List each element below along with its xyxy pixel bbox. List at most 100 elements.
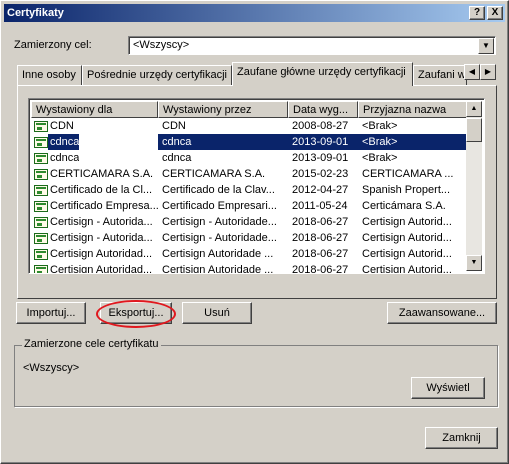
- cell-issued-to: Certificado Empresa...: [31, 198, 158, 214]
- cell-issued-to: Certisign - Autorida...: [31, 214, 158, 230]
- column-label: Wystawiony dla: [36, 104, 113, 116]
- cell-issued-by: Certisign Autoridade ...: [162, 264, 274, 274]
- cell-expires: 2018-06-27: [292, 248, 349, 260]
- close-window-button[interactable]: X: [487, 6, 503, 20]
- certificate-list[interactable]: Wystawiony dla Wystawiony przez Data wyg…: [28, 98, 485, 274]
- table-row[interactable]: Certisign Autoridad... Certisign Autorida…: [31, 246, 467, 262]
- cell-issued-by: cdnca: [158, 134, 288, 150]
- cell-issued-by: Certificado de la Clav...: [162, 184, 275, 196]
- cell-issued-by: CERTICAMARA S.A.: [162, 168, 266, 180]
- tab-label: Pośrednie urzędy certyfikacji: [87, 69, 228, 81]
- cell-friendly: Certisign Autorid...: [362, 216, 452, 228]
- tab-intermediate-cas[interactable]: Pośrednie urzędy certyfikacji: [82, 65, 232, 85]
- table-row[interactable]: CDN CDN 2008-08-27 <Brak>: [31, 118, 467, 134]
- purposes-group-value: <Wszyscy>: [23, 362, 79, 374]
- cell-issued-by: cdnca: [162, 152, 192, 164]
- cell-friendly: Certisign Autorid...: [362, 264, 452, 274]
- title-bar: Certyfikaty ? X: [4, 4, 505, 22]
- cell-expires: 2013-09-01: [292, 152, 349, 164]
- cell-friendly: <Brak>: [362, 152, 398, 164]
- cell-issued-to: CDN: [31, 118, 158, 134]
- tab-label: Zaufane główne urzędy certyfikacji: [237, 66, 406, 78]
- certificate-icon: [34, 264, 48, 273]
- table-row[interactable]: cdnca cdnca 2013-09-01 <Brak>: [31, 134, 467, 150]
- tab-label: Inne osoby: [22, 69, 76, 81]
- cell-text: cdnca: [48, 134, 80, 150]
- column-issued-to[interactable]: Wystawiony dla: [31, 101, 158, 118]
- import-button-label: Importuj...: [26, 307, 76, 319]
- chevron-down-icon[interactable]: ▼: [478, 38, 494, 54]
- cell-friendly: Spanish Propert...: [362, 184, 451, 196]
- view-button[interactable]: Wyświetl: [411, 377, 485, 399]
- cell-issued-to: Certisign Autoridad...: [31, 246, 158, 262]
- cell-friendly: Certicámara S.A.: [362, 200, 446, 212]
- certificate-icon: [34, 248, 48, 260]
- tab-scroll-left-icon[interactable]: ◀: [464, 64, 480, 80]
- cell-expires: 2018-06-27: [292, 264, 349, 274]
- highlight-ellipse: [96, 300, 176, 328]
- cell-text: Certificado Empresa...: [50, 200, 158, 212]
- scroll-up-icon[interactable]: ▲: [466, 101, 482, 117]
- cell-issued-by: CDN: [162, 120, 186, 132]
- certificate-icon: [34, 152, 48, 164]
- list-rows: CDN CDN 2008-08-27 <Brak> cdnca cdnca 2013-09-…: [31, 118, 467, 274]
- column-friendly-name[interactable]: Przyjazna nazwa: [358, 101, 467, 118]
- tab-trusted-root-cas[interactable]: Zaufane główne urzędy certyfikacji: [232, 62, 413, 86]
- list-scrollbar[interactable]: ▲ ▼: [466, 101, 482, 271]
- column-issued-by[interactable]: Wystawiony przez: [158, 101, 288, 118]
- cell-issued-to: cdnca: [31, 150, 158, 166]
- certificate-icon: [34, 168, 48, 180]
- view-button-label: Wyświetl: [426, 382, 470, 394]
- cell-text: Certisign - Autorida...: [50, 232, 153, 244]
- window-title: Certyfikaty: [7, 7, 64, 19]
- purpose-label-text: Zamierzony cel:: [14, 39, 92, 51]
- close-icon: X: [491, 7, 499, 18]
- close-button-label: Zamknij: [442, 432, 481, 444]
- table-row[interactable]: Certisign Autoridad... Certisign Autorida…: [31, 262, 467, 274]
- cell-text: Certisign - Autorida...: [50, 216, 153, 228]
- table-row[interactable]: Certificado de la Cl... Certificado de la…: [31, 182, 467, 198]
- certificate-icon: [34, 216, 48, 228]
- purpose-label: Zamierzony cel:: [14, 39, 92, 51]
- certificates-dialog: Certyfikaty ? X Zamierzony cel: <Wszyscy…: [0, 0, 509, 464]
- remove-button[interactable]: Usuń: [182, 302, 252, 324]
- remove-button-label: Usuń: [204, 307, 230, 319]
- certificate-icon: [34, 184, 48, 196]
- table-row[interactable]: Certisign - Autorida... Certisign - Autor…: [31, 230, 467, 246]
- scroll-thumb[interactable]: [466, 118, 482, 142]
- advanced-button[interactable]: Zaawansowane...: [387, 302, 497, 324]
- cell-text: cdnca: [50, 152, 80, 164]
- cell-expires: 2015-02-23: [292, 168, 349, 180]
- cell-text: CDN: [50, 120, 74, 132]
- column-label: Wystawiony przez: [163, 104, 252, 116]
- tab-other-people[interactable]: Inne osoby: [17, 65, 82, 85]
- column-expiration[interactable]: Data wyg...: [288, 101, 358, 118]
- cell-expires: 2018-06-27: [292, 232, 349, 244]
- table-row[interactable]: CERTICAMARA S.A. CERTICAMARA S.A. 2015-02-…: [31, 166, 467, 182]
- cell-issued-to: Certisign - Autorida...: [31, 230, 158, 246]
- cell-issued-to: CERTICAMARA S.A.: [31, 166, 158, 182]
- table-row[interactable]: Certisign - Autorida... Certisign - Autor…: [31, 214, 467, 230]
- certificate-icon: [34, 136, 48, 148]
- cell-friendly: Certisign Autorid...: [362, 232, 452, 244]
- column-label: Przyjazna nazwa: [363, 104, 447, 116]
- close-button[interactable]: Zamknij: [425, 427, 498, 449]
- scroll-down-icon[interactable]: ▼: [466, 255, 482, 271]
- cell-friendly: CERTICAMARA ...: [362, 168, 454, 180]
- help-button[interactable]: ?: [469, 6, 485, 20]
- tab-trusted-publishers[interactable]: Zaufani w: [413, 65, 467, 85]
- purposes-group-legend-text: Zamierzone cele certyfikatu: [24, 338, 159, 350]
- tab-scroll-right-icon[interactable]: ▶: [480, 64, 496, 80]
- table-row[interactable]: cdnca cdnca 2013-09-01 <Brak>: [31, 150, 467, 166]
- cell-text: Certisign Autoridad...: [50, 264, 153, 274]
- cell-issued-by: Certisign - Autoridade...: [162, 216, 277, 228]
- table-row[interactable]: Certificado Empresa... Certificado Empres…: [31, 198, 467, 214]
- cell-issued-by: Certisign Autoridade ...: [162, 248, 274, 260]
- cell-friendly: <Brak>: [362, 120, 398, 132]
- cell-friendly: Certisign Autorid...: [362, 248, 452, 260]
- import-button[interactable]: Importuj...: [16, 302, 86, 324]
- purpose-combobox[interactable]: <Wszyscy> ▼: [128, 36, 496, 55]
- cell-issued-to: Certisign Autoridad...: [31, 262, 158, 274]
- certificate-icon: [34, 232, 48, 244]
- cell-issued-by: Certificado Empresari...: [162, 200, 277, 212]
